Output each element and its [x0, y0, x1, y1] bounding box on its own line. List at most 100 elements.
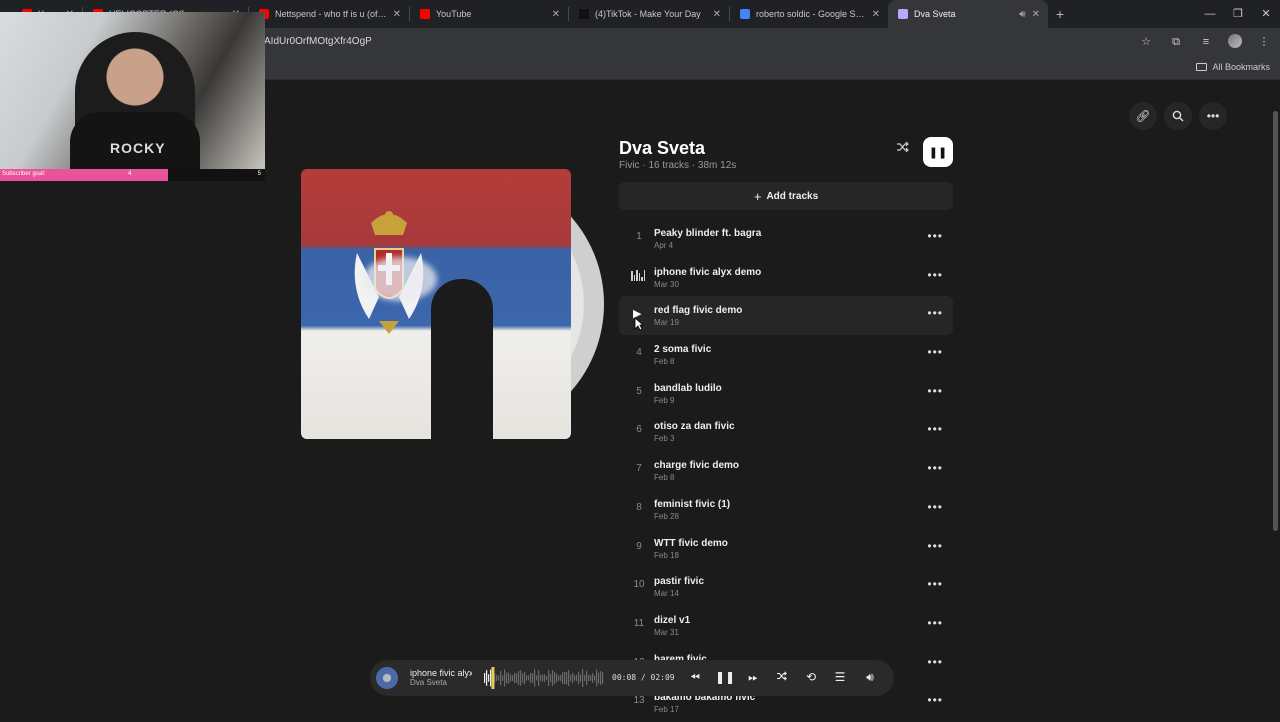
extensions-icon[interactable]: ⧉ [1168, 34, 1184, 50]
track-more-icon[interactable]: ••• [927, 422, 943, 436]
track-more-icon[interactable]: ••• [927, 461, 943, 475]
all-bookmarks-button[interactable]: All Bookmarks [1196, 62, 1270, 72]
now-playing-artist[interactable]: Dva Sveta [410, 678, 447, 687]
track-more-icon[interactable]: ••• [927, 500, 943, 514]
track-more-icon[interactable]: ••• [927, 577, 943, 591]
waveform-bar [602, 672, 604, 684]
add-tracks-button[interactable]: + Add tracks [619, 182, 953, 210]
track-more-icon[interactable]: ••• [927, 693, 943, 707]
waveform-bar [548, 670, 550, 686]
waveform-bar [488, 674, 490, 682]
queue-button[interactable]: ☰ [831, 670, 849, 684]
scrollbar-thumb[interactable] [1273, 111, 1278, 531]
minimize-icon[interactable]: — [1196, 0, 1224, 28]
track-row[interactable]: 9 WTT fivic demo Feb 18 ••• [619, 529, 953, 568]
goal-current: 4 [128, 171, 132, 177]
track-row[interactable]: 11 dizel v1 Mar 31 ••• [619, 606, 953, 645]
track-row[interactable]: iphone fivic alyx demo Mar 30 ••• [619, 258, 953, 297]
now-playing-artwork[interactable] [373, 664, 401, 692]
waveform-bar [592, 673, 594, 683]
track-more-icon[interactable]: ••• [927, 539, 943, 553]
waveform-bar [554, 672, 556, 684]
more-options-button[interactable]: ••• [1199, 102, 1227, 130]
fast-forward-icon: ⏩︎ [748, 670, 758, 684]
new-tab-button[interactable]: + [1048, 6, 1072, 22]
browser-tab[interactable]: Nettspend - who tf is u (officia ✕ [249, 0, 409, 28]
restore-icon[interactable]: ❐ [1224, 0, 1252, 28]
track-more-icon[interactable]: ••• [927, 616, 943, 630]
track-more-icon[interactable]: ••• [927, 655, 943, 669]
page-scrollbar[interactable] [1270, 81, 1280, 720]
waveform-bar [496, 675, 498, 681]
url-text[interactable]: AIdUr0OrfMOtgXfr4OgP [264, 36, 372, 47]
now-playing-title[interactable]: iphone fivic alyx [410, 668, 472, 678]
track-date: Feb 17 [654, 705, 679, 715]
tab-title: roberto soldic - Google Search [756, 9, 866, 19]
track-date: Feb 3 [654, 434, 675, 444]
track-more-icon[interactable]: ••• [927, 384, 943, 398]
tab-favicon-icon [579, 9, 589, 19]
audio-icon[interactable]: 🔊︎ [1019, 9, 1025, 20]
search-icon [1172, 110, 1184, 122]
folder-icon [1196, 63, 1208, 71]
track-date: Feb 18 [654, 550, 679, 560]
track-row[interactable]: 1 Peaky blinder ft. bagra Apr 4 ••• [619, 219, 953, 258]
track-more-icon[interactable]: ••• [927, 306, 943, 320]
waveform-bar [564, 672, 566, 684]
waveform-bar [578, 671, 580, 685]
link-icon: 🔗︎ [1135, 109, 1151, 123]
plus-icon: + [753, 188, 762, 204]
tab-close-icon[interactable]: ✕ [393, 9, 401, 20]
browser-menu-icon[interactable]: ⋮ [1256, 34, 1272, 50]
copy-link-button[interactable]: 🔗︎ [1129, 102, 1157, 130]
fast-forward-button[interactable]: ⏩︎ [744, 670, 762, 685]
shuffle-button[interactable] [893, 141, 913, 161]
queue-icon: ☰ [834, 670, 846, 684]
repeat-button[interactable]: ⟲ [802, 670, 820, 684]
browser-tab[interactable]: YouTube ✕ [410, 0, 568, 28]
profile-avatar[interactable] [1228, 34, 1242, 48]
track-row[interactable]: 10 pastir fivic Mar 14 ••• [619, 567, 953, 606]
waveform-scrubber[interactable] [484, 667, 604, 689]
track-row[interactable]: 4 2 soma fivic Feb 8 ••• [619, 335, 953, 374]
waveform-bar [484, 673, 486, 683]
player-shuffle-button[interactable] [773, 670, 791, 684]
track-row[interactable]: 6 otiso za dan fivic Feb 3 ••• [619, 412, 953, 451]
track-name: dizel v1 [654, 614, 691, 626]
mouse-cursor-icon [634, 317, 644, 331]
waveform-bar [486, 670, 488, 686]
search-button[interactable] [1164, 102, 1192, 130]
track-number: 13 [633, 695, 645, 707]
track-list: 1 Peaky blinder ft. bagra Apr 4 ••• iphone f… [619, 219, 953, 722]
waveform-bar [574, 675, 576, 681]
waveform-bar [576, 674, 578, 682]
playlist-pause-button[interactable]: ❚❚ [923, 137, 953, 167]
track-more-icon[interactable]: ••• [927, 268, 943, 282]
waveform-bar [600, 671, 602, 685]
tab-favicon-icon [740, 9, 750, 19]
media-control-icon[interactable]: ≡ [1198, 34, 1214, 50]
volume-button[interactable]: 🔊︎ [861, 670, 879, 685]
track-more-icon[interactable]: ••• [927, 229, 943, 243]
rewind-button[interactable]: ⏪︎ [686, 670, 704, 685]
track-name: otiso za dan fivic [654, 421, 735, 433]
track-row[interactable]: 7 charge fivic demo Feb 8 ••• [619, 451, 953, 490]
browser-tab[interactable]: Dva Sveta 🔊︎ ✕ [888, 0, 1048, 28]
track-more-icon[interactable]: ••• [927, 345, 943, 359]
close-window-icon[interactable]: ✕ [1252, 0, 1280, 28]
bookmark-star-icon[interactable]: ☆ [1138, 34, 1154, 50]
browser-tab[interactable]: roberto soldic - Google Search ✕ [730, 0, 888, 28]
tab-close-icon[interactable]: ✕ [872, 9, 880, 20]
tab-close-icon[interactable]: ✕ [713, 9, 721, 20]
tab-close-icon[interactable]: ✕ [552, 9, 560, 20]
playlist-subtitle: Fivic · 16 tracks · 38m 12s [619, 160, 737, 171]
track-row[interactable]: 5 bandlab ludilo Feb 9 ••• [619, 374, 953, 413]
tab-close-icon[interactable]: ✕ [1032, 9, 1040, 20]
track-row[interactable]: 8 feminist fivic (1) Feb 28 ••• [619, 490, 953, 529]
track-number: 5 [636, 385, 642, 397]
browser-tab[interactable]: (4)TikTok - Make Your Day ✕ [569, 0, 729, 28]
track-row[interactable]: ▶ red flag fivic demo Mar 19 ••• [619, 296, 953, 336]
player-pause-button[interactable]: ❚❚ [715, 670, 735, 684]
playhead[interactable] [491, 667, 495, 689]
track-number: 7 [636, 463, 642, 475]
